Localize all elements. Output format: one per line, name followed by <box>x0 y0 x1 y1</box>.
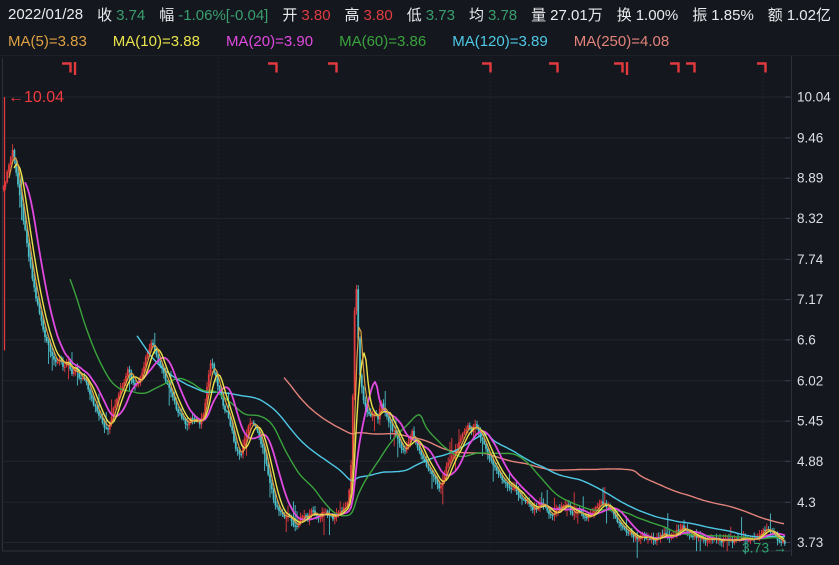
stat-label: 换 <box>617 7 632 24</box>
header-stats-row: 2022/01/28 收3.74 幅-1.06%[-0.04] 开3.80 高3… <box>0 3 839 25</box>
price-axis-label: 6.6 <box>797 332 816 347</box>
event-flag-icon[interactable] <box>328 64 337 73</box>
price-axis-label: 5.45 <box>797 414 823 429</box>
stat-value: 1.00% <box>636 7 679 24</box>
ma5-line <box>9 157 785 541</box>
stat-value: 1.02亿 <box>787 7 831 24</box>
period-high-annotation: ←10.04 <box>8 89 64 106</box>
period-low-annotation: 3.73 → <box>742 540 787 556</box>
event-flag-icon[interactable] <box>62 64 71 73</box>
event-flag-icon[interactable] <box>614 64 623 73</box>
kline-chart[interactable]: ←10.04 3.73 → 10.04 9.46 8.89 8.32 7.74 7.17 6.6… <box>0 0 839 560</box>
price-axis-label: 7.17 <box>797 292 823 307</box>
date-label: 2022/01/28 <box>8 6 83 23</box>
price-axis-label: 4.88 <box>797 454 823 469</box>
event-flag-icon[interactable] <box>670 64 679 73</box>
ma250-legend: MA(250)=4.08 <box>574 33 669 50</box>
price-axis-label: 8.89 <box>797 171 823 186</box>
stat-change: 幅-1.06%[-0.04] <box>159 4 268 25</box>
stat-close: 收3.74 <box>97 4 145 25</box>
ma120-legend: MA(120)=3.89 <box>452 33 547 50</box>
stat-label: 额 <box>768 7 783 24</box>
stat-value: 1.85% <box>711 7 754 24</box>
stat-amplitude: 振1.85% <box>692 4 754 25</box>
stat-value: 27.01万 <box>550 7 603 24</box>
stat-volume: 量27.01万 <box>531 4 603 25</box>
stat-low: 低3.73 <box>407 4 455 25</box>
stat-open: 开3.80 <box>282 4 330 25</box>
stat-turnover: 换1.00% <box>617 4 679 25</box>
price-axis-label: 10.04 <box>797 90 831 105</box>
event-flag-icon[interactable] <box>686 64 695 73</box>
stat-label: 低 <box>407 7 422 24</box>
stat-value: 3.73 <box>426 7 455 24</box>
chart-area[interactable]: ←10.04 3.73 → 10.04 9.46 8.89 8.32 7.74 7.17 6.6… <box>0 0 839 560</box>
price-axis-label: 4.3 <box>797 495 816 510</box>
ma10-line <box>14 165 784 541</box>
stat-label: 幅 <box>159 7 174 24</box>
event-flag-icon[interactable] <box>268 64 277 73</box>
stat-avg: 均3.78 <box>469 4 517 25</box>
stat-amount: 额1.02亿 <box>768 4 831 25</box>
stat-value: 3.80 <box>301 7 330 24</box>
event-flag-icon[interactable] <box>549 64 558 73</box>
ma5-legend: MA(5)=3.83 <box>8 33 87 50</box>
stat-label: 开 <box>282 7 297 24</box>
grid-lines <box>3 58 791 551</box>
ma20-line <box>25 182 785 540</box>
price-axis-label: 7.74 <box>797 252 824 267</box>
price-axis-label: 9.46 <box>797 130 823 145</box>
stat-label: 高 <box>345 7 360 24</box>
stat-label: 收 <box>97 7 112 24</box>
stat-label: 量 <box>531 7 546 24</box>
event-flag-icon[interactable] <box>757 64 766 73</box>
ma60-legend: MA(60)=3.86 <box>339 33 426 50</box>
ma10-legend: MA(10)=3.88 <box>113 33 200 50</box>
stat-value: 3.80 <box>364 7 393 24</box>
stat-value: -1.06%[-0.04] <box>178 7 268 24</box>
ma20-legend: MA(20)=3.90 <box>226 33 313 50</box>
ma-legend-row: MA(5)=3.83 MA(10)=3.88 MA(20)=3.90 MA(60… <box>0 30 839 52</box>
stat-value: 3.74 <box>116 7 145 24</box>
event-flag-icon[interactable] <box>482 64 491 73</box>
stat-value: 3.78 <box>488 7 517 24</box>
stat-high: 高3.80 <box>345 4 393 25</box>
price-axis-label: 8.32 <box>797 211 823 226</box>
stat-label: 振 <box>692 7 707 24</box>
event-flags <box>62 62 766 75</box>
price-axis-label: 6.02 <box>797 373 823 388</box>
stat-label: 均 <box>469 7 484 24</box>
chart-borders <box>0 56 839 557</box>
price-axis-label: 3.73 <box>797 535 823 550</box>
price-axis: 10.04 9.46 8.89 8.32 7.74 7.17 6.6 6.02 5.45 4.88… <box>797 90 831 551</box>
